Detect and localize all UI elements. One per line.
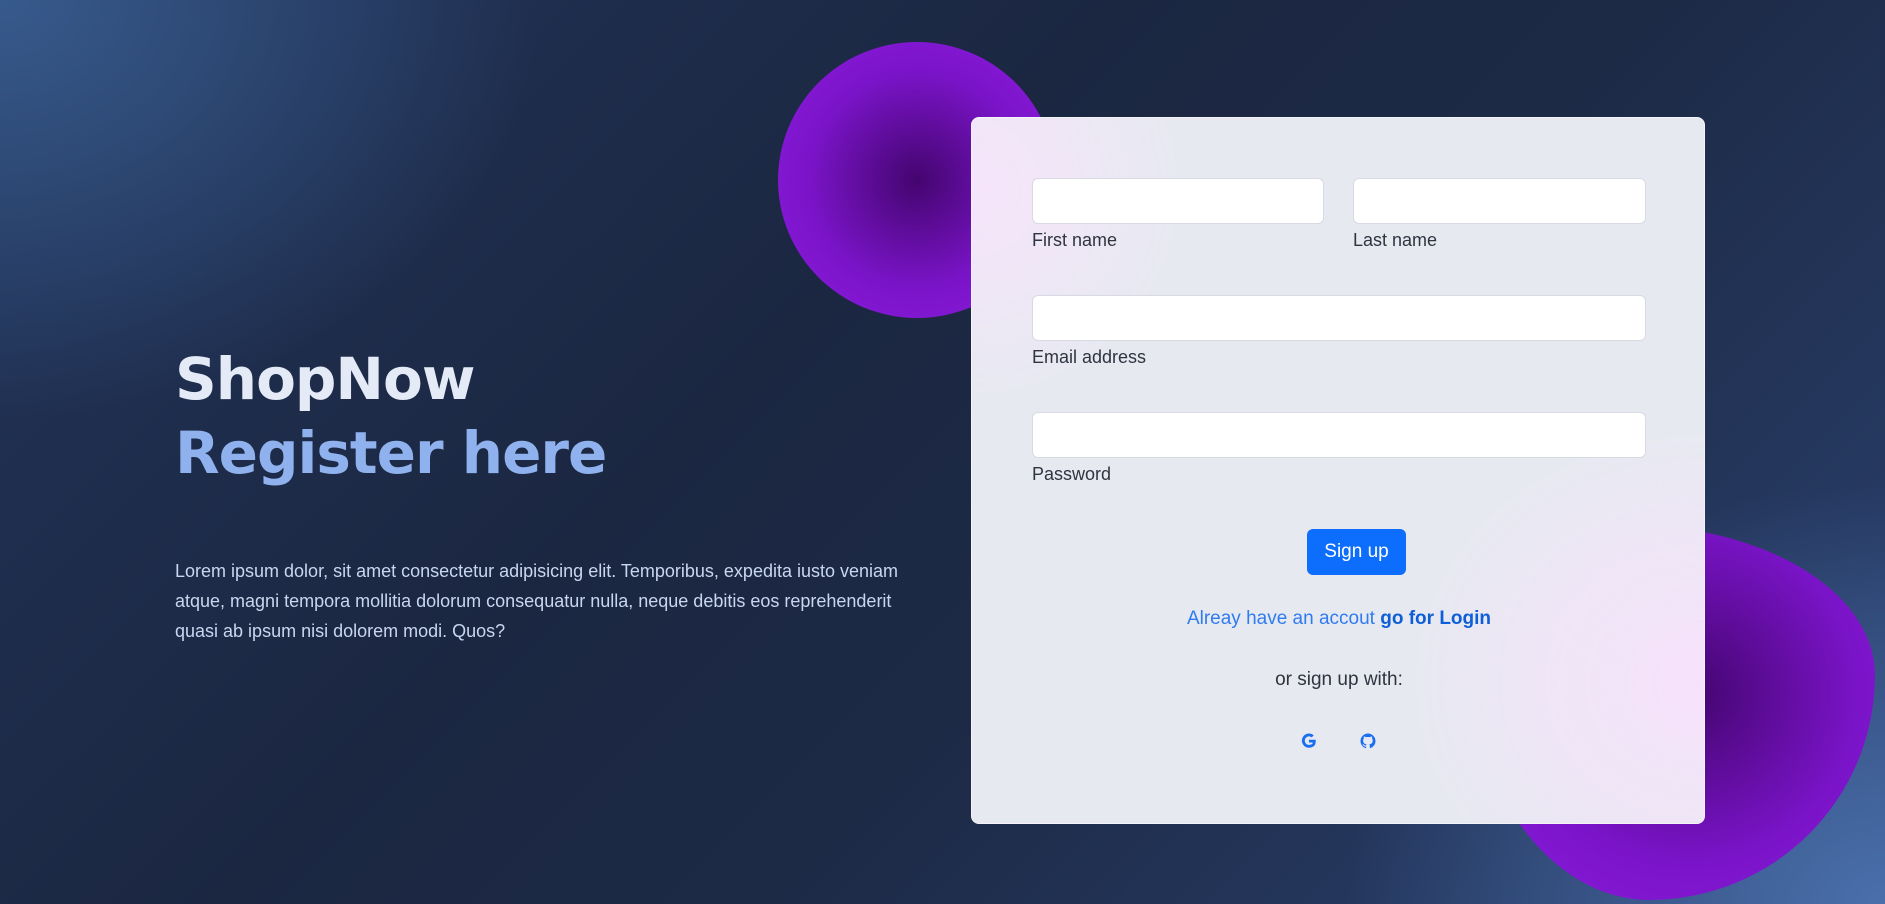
hero-heading: ShopNow Register here <box>175 342 915 490</box>
last-name-group: Last name <box>1353 178 1646 251</box>
hero-section: ShopNow Register here Lorem ipsum dolor,… <box>175 342 915 646</box>
brand-title: ShopNow <box>175 345 475 413</box>
login-link[interactable]: go for Login <box>1380 608 1491 629</box>
first-name-input[interactable] <box>1032 178 1324 224</box>
password-label: Password <box>1032 464 1112 484</box>
signup-button[interactable]: Sign up <box>1307 529 1406 575</box>
first-name-label: First name <box>1032 230 1118 250</box>
login-prompt-line: Alreay have an accout go for Login <box>972 608 1706 630</box>
hero-description: Lorem ipsum dolor, sit amet consectetur … <box>175 561 899 641</box>
first-name-group: First name <box>1032 178 1324 251</box>
google-icon[interactable] <box>1298 730 1320 752</box>
register-subtitle: Register here <box>175 419 607 487</box>
email-input[interactable] <box>1032 295 1646 341</box>
register-card: First name Last name Email address Passw… <box>971 117 1705 824</box>
last-name-input[interactable] <box>1353 178 1646 224</box>
social-prompt: or sign up with: <box>1275 669 1403 690</box>
password-input[interactable] <box>1032 412 1646 458</box>
email-group: Email address <box>1032 295 1646 368</box>
last-name-label: Last name <box>1353 230 1438 250</box>
password-group: Password <box>1032 412 1646 485</box>
login-prompt-text: Alreay have an accout <box>1186 608 1375 629</box>
email-label: Email address <box>1032 347 1147 367</box>
github-icon[interactable] <box>1357 730 1379 752</box>
